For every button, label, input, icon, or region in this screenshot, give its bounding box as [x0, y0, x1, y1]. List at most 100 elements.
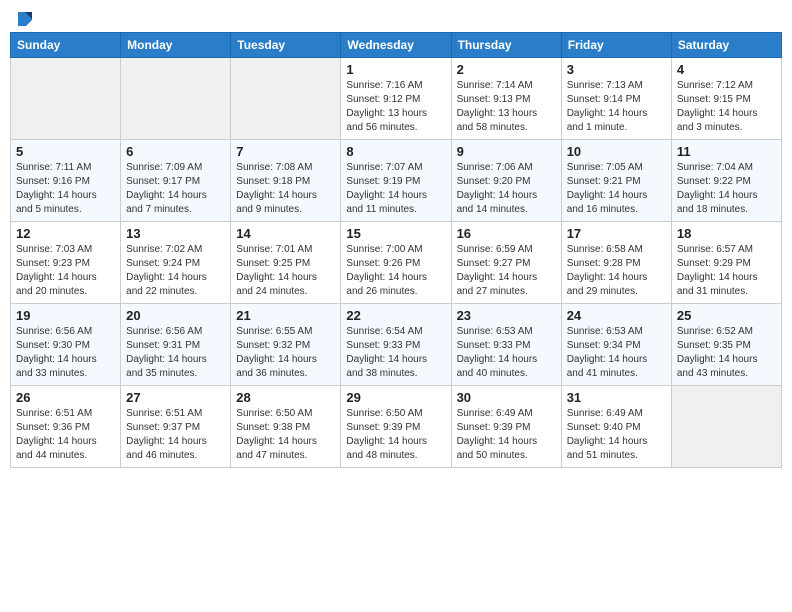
cell-date: 10	[567, 144, 666, 159]
calendar-cell: 31 Sunrise: 6:49 AMSunset: 9:40 PMDaylig…	[561, 386, 671, 468]
cell-sunrise: Sunrise: 7:12 AMSunset: 9:15 PMDaylight:…	[677, 80, 758, 133]
cell-sunrise: Sunrise: 7:03 AMSunset: 9:23 PMDaylight:…	[16, 244, 97, 297]
calendar-cell: 21 Sunrise: 6:55 AMSunset: 9:32 PMDaylig…	[231, 304, 341, 386]
calendar-cell: 30 Sunrise: 6:49 AMSunset: 9:39 PMDaylig…	[451, 386, 561, 468]
cell-sunrise: Sunrise: 6:49 AMSunset: 9:39 PMDaylight:…	[457, 408, 538, 461]
calendar-week-2: 5 Sunrise: 7:11 AMSunset: 9:16 PMDayligh…	[11, 140, 782, 222]
day-header-wednesday: Wednesday	[341, 33, 451, 58]
calendar-cell: 26 Sunrise: 6:51 AMSunset: 9:36 PMDaylig…	[11, 386, 121, 468]
calendar-cell: 22 Sunrise: 6:54 AMSunset: 9:33 PMDaylig…	[341, 304, 451, 386]
cell-date: 1	[346, 62, 445, 77]
cell-sunrise: Sunrise: 6:53 AMSunset: 9:33 PMDaylight:…	[457, 326, 538, 379]
calendar-cell: 27 Sunrise: 6:51 AMSunset: 9:37 PMDaylig…	[121, 386, 231, 468]
cell-sunrise: Sunrise: 7:02 AMSunset: 9:24 PMDaylight:…	[126, 244, 207, 297]
cell-sunrise: Sunrise: 7:09 AMSunset: 9:17 PMDaylight:…	[126, 162, 207, 215]
cell-date: 13	[126, 226, 225, 241]
cell-sunrise: Sunrise: 7:13 AMSunset: 9:14 PMDaylight:…	[567, 80, 648, 133]
cell-sunrise: Sunrise: 6:57 AMSunset: 9:29 PMDaylight:…	[677, 244, 758, 297]
cell-sunrise: Sunrise: 7:00 AMSunset: 9:26 PMDaylight:…	[346, 244, 427, 297]
cell-sunrise: Sunrise: 6:49 AMSunset: 9:40 PMDaylight:…	[567, 408, 648, 461]
logo-icon	[16, 10, 34, 28]
calendar-cell	[121, 58, 231, 140]
cell-sunrise: Sunrise: 6:50 AMSunset: 9:38 PMDaylight:…	[236, 408, 317, 461]
cell-sunrise: Sunrise: 7:04 AMSunset: 9:22 PMDaylight:…	[677, 162, 758, 215]
cell-date: 8	[346, 144, 445, 159]
calendar-cell: 6 Sunrise: 7:09 AMSunset: 9:17 PMDayligh…	[121, 140, 231, 222]
day-header-monday: Monday	[121, 33, 231, 58]
cell-date: 26	[16, 390, 115, 405]
cell-sunrise: Sunrise: 7:14 AMSunset: 9:13 PMDaylight:…	[457, 80, 538, 133]
calendar-cell: 15 Sunrise: 7:00 AMSunset: 9:26 PMDaylig…	[341, 222, 451, 304]
cell-date: 12	[16, 226, 115, 241]
cell-date: 25	[677, 308, 776, 323]
calendar-cell: 7 Sunrise: 7:08 AMSunset: 9:18 PMDayligh…	[231, 140, 341, 222]
calendar-cell: 19 Sunrise: 6:56 AMSunset: 9:30 PMDaylig…	[11, 304, 121, 386]
calendar-table: SundayMondayTuesdayWednesdayThursdayFrid…	[10, 32, 782, 468]
calendar-cell: 11 Sunrise: 7:04 AMSunset: 9:22 PMDaylig…	[671, 140, 781, 222]
cell-sunrise: Sunrise: 6:56 AMSunset: 9:30 PMDaylight:…	[16, 326, 97, 379]
cell-date: 23	[457, 308, 556, 323]
cell-sunrise: Sunrise: 7:06 AMSunset: 9:20 PMDaylight:…	[457, 162, 538, 215]
calendar-week-1: 1 Sunrise: 7:16 AMSunset: 9:12 PMDayligh…	[11, 58, 782, 140]
day-header-sunday: Sunday	[11, 33, 121, 58]
calendar-cell: 13 Sunrise: 7:02 AMSunset: 9:24 PMDaylig…	[121, 222, 231, 304]
cell-sunrise: Sunrise: 7:05 AMSunset: 9:21 PMDaylight:…	[567, 162, 648, 215]
cell-date: 19	[16, 308, 115, 323]
cell-date: 27	[126, 390, 225, 405]
cell-sunrise: Sunrise: 6:54 AMSunset: 9:33 PMDaylight:…	[346, 326, 427, 379]
calendar-cell: 29 Sunrise: 6:50 AMSunset: 9:39 PMDaylig…	[341, 386, 451, 468]
cell-date: 5	[16, 144, 115, 159]
cell-sunrise: Sunrise: 6:51 AMSunset: 9:36 PMDaylight:…	[16, 408, 97, 461]
calendar-cell: 2 Sunrise: 7:14 AMSunset: 9:13 PMDayligh…	[451, 58, 561, 140]
cell-date: 30	[457, 390, 556, 405]
cell-sunrise: Sunrise: 7:11 AMSunset: 9:16 PMDaylight:…	[16, 162, 97, 215]
calendar-cell: 10 Sunrise: 7:05 AMSunset: 9:21 PMDaylig…	[561, 140, 671, 222]
cell-date: 4	[677, 62, 776, 77]
cell-date: 24	[567, 308, 666, 323]
cell-date: 31	[567, 390, 666, 405]
calendar-cell: 16 Sunrise: 6:59 AMSunset: 9:27 PMDaylig…	[451, 222, 561, 304]
cell-date: 29	[346, 390, 445, 405]
calendar-cell: 25 Sunrise: 6:52 AMSunset: 9:35 PMDaylig…	[671, 304, 781, 386]
cell-sunrise: Sunrise: 6:55 AMSunset: 9:32 PMDaylight:…	[236, 326, 317, 379]
cell-date: 9	[457, 144, 556, 159]
cell-date: 14	[236, 226, 335, 241]
calendar-week-5: 26 Sunrise: 6:51 AMSunset: 9:36 PMDaylig…	[11, 386, 782, 468]
day-header-thursday: Thursday	[451, 33, 561, 58]
calendar-cell: 17 Sunrise: 6:58 AMSunset: 9:28 PMDaylig…	[561, 222, 671, 304]
cell-sunrise: Sunrise: 7:07 AMSunset: 9:19 PMDaylight:…	[346, 162, 427, 215]
cell-date: 16	[457, 226, 556, 241]
cell-sunrise: Sunrise: 6:59 AMSunset: 9:27 PMDaylight:…	[457, 244, 538, 297]
logo	[14, 10, 34, 24]
cell-date: 17	[567, 226, 666, 241]
calendar-cell: 12 Sunrise: 7:03 AMSunset: 9:23 PMDaylig…	[11, 222, 121, 304]
cell-sunrise: Sunrise: 6:51 AMSunset: 9:37 PMDaylight:…	[126, 408, 207, 461]
cell-date: 20	[126, 308, 225, 323]
calendar-cell: 8 Sunrise: 7:07 AMSunset: 9:19 PMDayligh…	[341, 140, 451, 222]
page-header	[10, 10, 782, 24]
day-header-friday: Friday	[561, 33, 671, 58]
cell-date: 3	[567, 62, 666, 77]
cell-date: 18	[677, 226, 776, 241]
calendar-week-4: 19 Sunrise: 6:56 AMSunset: 9:30 PMDaylig…	[11, 304, 782, 386]
cell-date: 28	[236, 390, 335, 405]
calendar-cell: 23 Sunrise: 6:53 AMSunset: 9:33 PMDaylig…	[451, 304, 561, 386]
cell-date: 15	[346, 226, 445, 241]
cell-date: 22	[346, 308, 445, 323]
calendar-cell	[231, 58, 341, 140]
calendar-week-3: 12 Sunrise: 7:03 AMSunset: 9:23 PMDaylig…	[11, 222, 782, 304]
calendar-cell: 14 Sunrise: 7:01 AMSunset: 9:25 PMDaylig…	[231, 222, 341, 304]
cell-sunrise: Sunrise: 7:08 AMSunset: 9:18 PMDaylight:…	[236, 162, 317, 215]
cell-sunrise: Sunrise: 6:50 AMSunset: 9:39 PMDaylight:…	[346, 408, 427, 461]
calendar-cell: 5 Sunrise: 7:11 AMSunset: 9:16 PMDayligh…	[11, 140, 121, 222]
calendar-cell: 4 Sunrise: 7:12 AMSunset: 9:15 PMDayligh…	[671, 58, 781, 140]
calendar-cell	[11, 58, 121, 140]
calendar-cell: 20 Sunrise: 6:56 AMSunset: 9:31 PMDaylig…	[121, 304, 231, 386]
cell-sunrise: Sunrise: 6:53 AMSunset: 9:34 PMDaylight:…	[567, 326, 648, 379]
calendar-cell: 18 Sunrise: 6:57 AMSunset: 9:29 PMDaylig…	[671, 222, 781, 304]
cell-sunrise: Sunrise: 7:01 AMSunset: 9:25 PMDaylight:…	[236, 244, 317, 297]
calendar-cell: 28 Sunrise: 6:50 AMSunset: 9:38 PMDaylig…	[231, 386, 341, 468]
calendar-cell	[671, 386, 781, 468]
cell-date: 7	[236, 144, 335, 159]
cell-date: 11	[677, 144, 776, 159]
